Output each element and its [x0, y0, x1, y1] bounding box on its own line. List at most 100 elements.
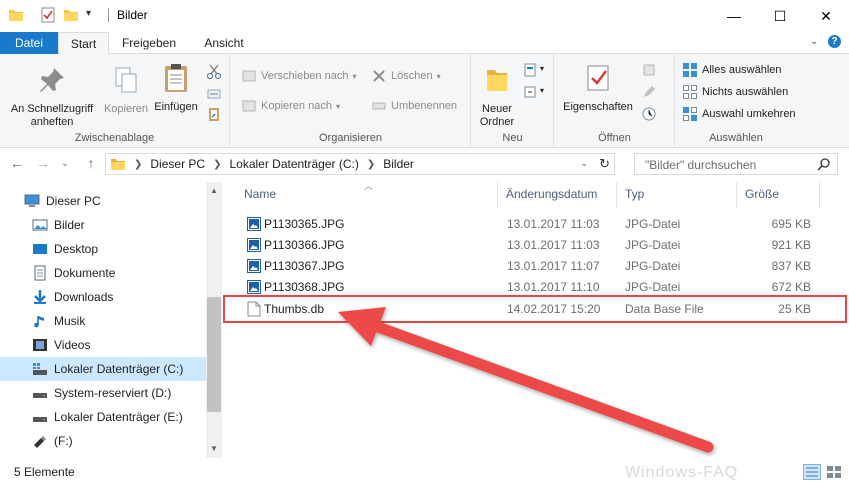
- move-to-button[interactable]: Verschieben nach ▾: [241, 66, 356, 86]
- file-name: P1130368.JPG: [264, 280, 345, 294]
- open-icon[interactable]: [641, 62, 657, 78]
- pin-quick-access-button[interactable]: An Schnellzugriff anheften: [4, 64, 100, 129]
- breadcrumb-this-pc[interactable]: Dieser PC: [150, 157, 205, 171]
- nav-item-documents[interactable]: Dokumente: [0, 261, 206, 285]
- edit-icon[interactable]: [641, 84, 657, 100]
- crumb-separator-icon[interactable]: ❯: [213, 159, 221, 170]
- column-header-type[interactable]: Typ: [625, 187, 644, 201]
- column-header-size[interactable]: Größe: [745, 187, 779, 201]
- forward-icon[interactable]: →: [34, 154, 52, 172]
- select-none-label: Nichts auswählen: [702, 86, 789, 98]
- group-open: Eigenschaften Öffnen: [555, 54, 675, 148]
- new-item-icon[interactable]: [522, 62, 538, 78]
- breadcrumb-pictures[interactable]: Bilder: [383, 157, 414, 171]
- nav-label: Desktop: [54, 242, 99, 256]
- nav-item-drive-f[interactable]: (F:): [0, 429, 206, 453]
- pin-label: An Schnellzugriff anheften: [10, 103, 94, 128]
- scroll-down-icon[interactable]: ▼: [206, 441, 222, 457]
- select-none-button[interactable]: Nichts auswählen: [682, 82, 788, 102]
- nav-item-drive-e[interactable]: Lokaler Datenträger (E:): [0, 405, 206, 429]
- tab-view[interactable]: Ansicht: [192, 32, 256, 54]
- nav-item-videos[interactable]: Videos: [0, 333, 206, 357]
- properties-icon: [587, 65, 609, 91]
- nav-item-drive-c[interactable]: Lokaler Datenträger (C:): [0, 357, 206, 381]
- rename-label: Umbenennen: [391, 100, 458, 112]
- delete-button[interactable]: Löschen ▾: [371, 66, 441, 86]
- column-divider[interactable]: [616, 182, 617, 208]
- large-icons-view-icon[interactable]: [825, 464, 843, 480]
- copy-button[interactable]: Kopieren: [100, 64, 152, 116]
- select-all-button[interactable]: Alles auswählen: [682, 60, 782, 80]
- address-history-icon[interactable]: ⌄: [580, 158, 588, 169]
- paste-label: Einfügen: [154, 101, 198, 113]
- nav-item-pictures[interactable]: Bilder: [0, 213, 206, 237]
- crumb-separator-icon[interactable]: ❯: [134, 159, 142, 170]
- videos-icon: [33, 339, 47, 351]
- new-item-dropdown-icon[interactable]: ▾: [540, 64, 544, 73]
- help-icon[interactable]: ?: [828, 35, 841, 48]
- paste-shortcut-icon[interactable]: [206, 106, 222, 122]
- file-row[interactable]: P1130366.JPG 13.01.2017 11:03 JPG-Datei …: [223, 234, 823, 255]
- details-view-icon[interactable]: [803, 464, 821, 480]
- customize-toolbar-icon[interactable]: ▾: [86, 8, 91, 19]
- nav-item-desktop[interactable]: Desktop: [0, 237, 206, 261]
- nav-item-downloads[interactable]: Downloads: [0, 285, 206, 309]
- column-divider[interactable]: [497, 182, 498, 208]
- scroll-up-icon[interactable]: ▲: [206, 183, 222, 199]
- downloads-icon: [34, 290, 46, 304]
- tab-file[interactable]: Datei: [0, 32, 58, 54]
- drive-icon: [33, 393, 47, 398]
- file-row[interactable]: P1130367.JPG 13.01.2017 11:07 JPG-Datei …: [223, 255, 823, 276]
- breadcrumb-drive-c[interactable]: Lokaler Datenträger (C:): [229, 157, 358, 171]
- up-icon[interactable]: ↑: [82, 154, 100, 172]
- tab-share[interactable]: Freigeben: [112, 32, 186, 54]
- copy-to-icon: [242, 100, 256, 112]
- move-to-label: Verschieben nach: [261, 70, 349, 82]
- tab-start[interactable]: Start: [58, 32, 109, 55]
- file-row[interactable]: P1130365.JPG 13.01.2017 11:03 JPG-Datei …: [223, 213, 823, 234]
- new-group-label: Neu: [502, 132, 523, 144]
- invert-selection-button[interactable]: Auswahl umkehren: [682, 104, 796, 124]
- properties-button[interactable]: Eigenschaften: [557, 62, 639, 114]
- ribbon: An Schnellzugriff anheften Kopieren Einf…: [0, 54, 849, 148]
- address-bar[interactable]: ❯ Dieser PC ❯ Lokaler Datenträger (C:) ❯…: [105, 153, 615, 175]
- nav-scrollbar-thumb[interactable]: [207, 297, 221, 412]
- folder-icon: [111, 159, 125, 170]
- folder-icon: [9, 10, 23, 21]
- close-button[interactable]: ✕: [803, 0, 849, 32]
- column-divider[interactable]: [819, 182, 820, 208]
- minimize-button[interactable]: —: [711, 0, 757, 32]
- new-folder-label: Neuer Ordner: [479, 103, 515, 128]
- back-icon[interactable]: ←: [8, 154, 26, 172]
- maximize-button[interactable]: ☐: [757, 0, 803, 32]
- copy-path-icon[interactable]: [206, 86, 222, 102]
- collapse-ribbon-icon[interactable]: ⌄: [810, 36, 818, 47]
- search-icon[interactable]: [817, 157, 831, 171]
- cut-icon[interactable]: [206, 64, 222, 80]
- easy-access-dropdown-icon[interactable]: ▾: [540, 86, 544, 95]
- nav-label: Dokumente: [54, 266, 116, 280]
- paste-button[interactable]: Einfügen: [152, 62, 200, 114]
- column-divider[interactable]: [736, 182, 737, 208]
- nav-item-drive-d[interactable]: System-reserviert (D:): [0, 381, 206, 405]
- file-type: JPG-Datei: [625, 280, 681, 294]
- nav-item-music[interactable]: Musik: [0, 309, 206, 333]
- search-box[interactable]: "Bilder" durchsuchen: [634, 153, 838, 175]
- nav-item-this-pc[interactable]: Dieser PC: [0, 189, 206, 213]
- desktop-icon: [33, 244, 47, 254]
- crumb-separator-icon[interactable]: ❯: [367, 159, 375, 170]
- properties-quick-icon[interactable]: [40, 7, 56, 23]
- recent-locations-icon[interactable]: ⌄: [56, 154, 74, 172]
- refresh-icon[interactable]: ↻: [599, 156, 610, 172]
- history-icon[interactable]: [641, 106, 657, 122]
- column-header-name[interactable]: Name: [244, 187, 276, 201]
- rename-button[interactable]: Umbenennen: [371, 96, 457, 116]
- jpg-file-icon: [247, 238, 261, 252]
- column-header-date[interactable]: Änderungsdatum: [506, 187, 597, 201]
- new-folder-quick-icon[interactable]: [63, 7, 79, 23]
- new-folder-button[interactable]: Neuer Ordner: [474, 64, 520, 129]
- file-size: 837 KB: [771, 259, 811, 273]
- file-row[interactable]: P1130368.JPG 13.01.2017 11:10 JPG-Datei …: [223, 276, 823, 297]
- copy-to-button[interactable]: Kopieren nach ▾: [241, 96, 340, 116]
- easy-access-icon[interactable]: [522, 84, 538, 100]
